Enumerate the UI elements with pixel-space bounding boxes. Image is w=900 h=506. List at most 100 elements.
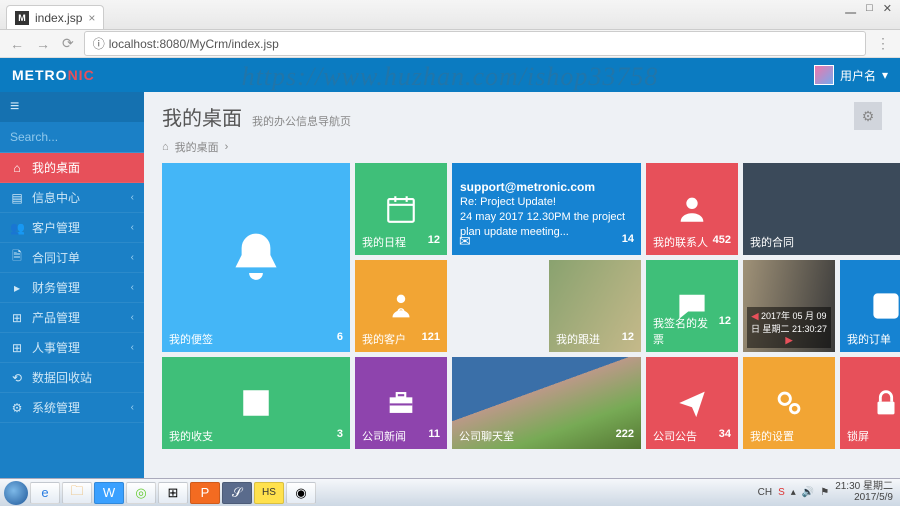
tile-contacts[interactable]: 我的联系人452	[646, 163, 738, 255]
taskbar-app-360[interactable]: ◎	[126, 482, 156, 504]
sidebar-toggle[interactable]: ≡	[0, 92, 144, 122]
taskbar-app-explorer[interactable]: 🗀	[62, 482, 92, 504]
tray-arrow-icon[interactable]: ▴	[791, 487, 796, 498]
tile-camera-clock[interactable]: ◀ 2017年 05 月 09 日 星期二 21:30:27 ▶	[743, 260, 835, 352]
user-menu[interactable]: 用户名 ▾	[814, 65, 888, 85]
tile-label: 我的合同	[750, 234, 794, 250]
main-content: ⚙ 我的桌面 我的办公信息导航页 ⌂ 我的桌面 › 我的便签6 我的日程12	[144, 92, 900, 478]
sidebar-item-label: 人事管理	[32, 339, 80, 356]
taskbar-app-hs[interactable]: HS	[254, 482, 284, 504]
chevron-left-icon: ‹	[131, 252, 134, 263]
home-icon[interactable]: ⌂	[162, 141, 169, 153]
tab-close-icon[interactable]: ×	[88, 11, 95, 25]
url-text: localhost:8080/MyCrm/index.jsp	[109, 37, 279, 51]
taskbar-clock[interactable]: 21:30 星期二 2017/5/9	[835, 482, 893, 503]
page-title: 我的桌面	[162, 102, 242, 131]
tile-chatroom[interactable]: 公司聊天室222	[452, 357, 641, 449]
tile-inbox[interactable]: support@metronic.com Re: Project Update!…	[452, 163, 641, 255]
tile-lock-screen[interactable]: 锁屏	[840, 357, 900, 449]
tile-notifications[interactable]: 我的便签6	[162, 163, 350, 352]
browser-menu-icon[interactable]: ⋮	[874, 35, 892, 52]
sidebar-item-1[interactable]: ▤信息中心‹	[0, 183, 144, 213]
envelope-icon: ✉	[459, 233, 471, 250]
chevron-left-icon: ‹	[131, 312, 134, 323]
clock-date: 2017/5/9	[835, 493, 893, 504]
breadcrumb-item[interactable]: 我的桌面	[175, 139, 219, 155]
ime-indicator[interactable]: CH	[758, 487, 772, 498]
taskbar-app-wps[interactable]: W	[94, 482, 124, 504]
nav-reload-icon[interactable]: ⟳	[60, 35, 76, 52]
avatar	[814, 65, 834, 85]
page-settings-button[interactable]: ⚙	[854, 102, 882, 130]
tile-company-news[interactable]: 公司新闻11	[355, 357, 447, 449]
sidebar-item-icon: ▸	[10, 281, 24, 295]
bell-icon	[226, 163, 286, 352]
tile-signed-invoices[interactable]: 我签名的发票12	[646, 260, 738, 352]
breadcrumb: ⌂ 我的桌面 ›	[144, 135, 900, 163]
sidebar-item-icon: 👥	[10, 221, 24, 235]
tile-contracts[interactable]: 我的合同43	[743, 163, 900, 255]
system-tray[interactable]: CH S ▴ 🔊 ⚑ 21:30 星期二 2017/5/9	[758, 482, 896, 503]
chevron-left-icon: ‹	[131, 402, 134, 413]
tile-announcements[interactable]: 公司公告34	[646, 357, 738, 449]
tray-flag-icon[interactable]: ⚑	[820, 487, 829, 498]
search-input[interactable]	[10, 130, 165, 144]
tile-orders[interactable]: 我的订单12	[840, 260, 900, 352]
browser-tab[interactable]: M index.jsp ×	[6, 5, 104, 29]
window-close-icon[interactable]: ✕	[879, 2, 896, 15]
taskbar-app-ppt[interactable]: P	[190, 482, 220, 504]
mail-from: support@metronic.com	[460, 179, 633, 195]
user-label: 用户名	[840, 67, 876, 84]
sidebar-item-0[interactable]: ⌂我的桌面	[0, 153, 144, 183]
site-info-icon[interactable]: ⓘ	[93, 35, 105, 52]
nav-back-icon[interactable]: ←	[8, 36, 26, 52]
next-icon[interactable]: ▶	[786, 335, 793, 345]
logo-part-a: METRO	[12, 67, 68, 83]
sidebar-item-3[interactable]: 🗎合同订单‹	[0, 243, 144, 273]
tile-settings[interactable]: 我的设置	[743, 357, 835, 449]
tile-label: 公司聊天室	[459, 428, 514, 444]
taskbar-app-chrome[interactable]: ◉	[286, 482, 316, 504]
taskbar-app-generic1[interactable]: ⊞	[158, 482, 188, 504]
sidebar-item-label: 数据回收站	[32, 369, 92, 386]
logo-part-b: NIC	[68, 67, 95, 83]
tile-label: 公司公告	[653, 428, 697, 444]
nav-fwd-icon[interactable]: →	[34, 36, 52, 52]
taskbar-app-ie[interactable]: e	[30, 482, 60, 504]
tile-followups[interactable]: 我的跟进12	[549, 260, 641, 352]
chevron-down-icon: ▾	[882, 68, 888, 82]
sidebar-item-4[interactable]: ▸财务管理‹	[0, 273, 144, 303]
tray-icon[interactable]: S	[778, 487, 785, 498]
sidebar-search[interactable]: 🔍	[0, 122, 144, 153]
window-max-icon[interactable]: □	[862, 2, 877, 15]
window-min-icon[interactable]: ⎽	[841, 2, 860, 15]
sidebar-item-6[interactable]: ⊞人事管理‹	[0, 333, 144, 363]
tile-revenue[interactable]: 我的收支3	[162, 357, 350, 449]
chevron-left-icon: ‹	[131, 192, 134, 203]
prev-icon[interactable]: ◀	[752, 311, 759, 321]
tray-volume-icon[interactable]: 🔊	[802, 487, 814, 498]
brand-logo[interactable]: METRONIC	[12, 67, 95, 83]
url-input[interactable]: ⓘ localhost:8080/MyCrm/index.jsp	[84, 31, 866, 56]
tile-label: 我签名的发票	[653, 315, 719, 347]
tile-calendar[interactable]: 我的日程12	[355, 163, 447, 255]
start-button[interactable]	[4, 481, 28, 505]
tab-title: index.jsp	[35, 11, 82, 25]
sidebar-item-label: 我的桌面	[32, 159, 80, 176]
sidebar-item-7[interactable]: ⟲ 数据回收站	[0, 363, 144, 393]
tile-label: 我的跟进	[556, 331, 600, 347]
sidebar-item-icon: ⟲	[10, 371, 24, 385]
sidebar: ≡ 🔍 ⌂我的桌面▤信息中心‹👥客户管理‹🗎合同订单‹▸财务管理‹⊞产品管理‹⊞…	[0, 92, 144, 478]
sidebar-item-5[interactable]: ⊞产品管理‹	[0, 303, 144, 333]
breadcrumb-sep-icon: ›	[225, 141, 229, 153]
mail-subject: Re: Project Update!	[460, 195, 633, 210]
taskbar-app-generic2[interactable]: 𝒮	[222, 482, 252, 504]
tile-customers[interactable]: 我的客户121	[355, 260, 447, 352]
sidebar-item-label: 财务管理	[32, 279, 80, 296]
slideshow-caption: ◀ 2017年 05 月 09 日 星期二 21:30:27 ▶	[747, 307, 831, 348]
sidebar-item-8[interactable]: ⚙系统管理‹	[0, 393, 144, 423]
clock-time: 21:30 星期二	[835, 482, 893, 493]
sidebar-item-2[interactable]: 👥客户管理‹	[0, 213, 144, 243]
browser-tabstrip: M index.jsp × ⎽ □ ✕	[0, 0, 900, 30]
tile-label: 锁屏	[847, 428, 869, 444]
